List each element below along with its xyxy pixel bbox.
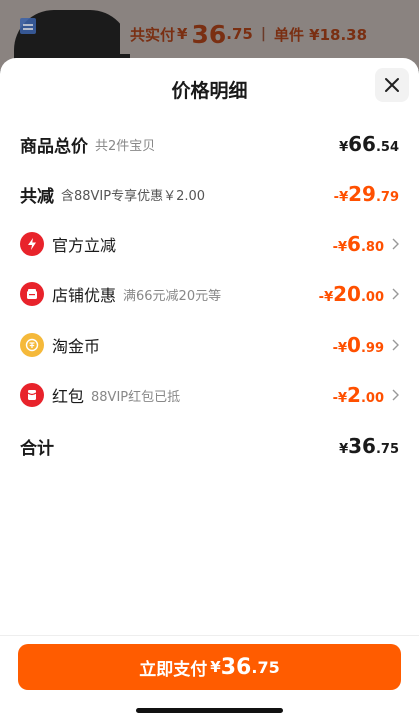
amount-dec: .00	[360, 391, 384, 406]
amount-int: 36	[348, 434, 376, 458]
amount-int: 66	[348, 132, 376, 156]
divider: |	[260, 26, 266, 42]
red-envelope-icon	[20, 383, 44, 407]
amount-int: 20	[333, 282, 361, 306]
official-discount-label: 官方立减	[52, 236, 117, 255]
total-label: 共实付	[130, 25, 176, 44]
amount-symbol: -¥	[332, 341, 348, 356]
total-currency: ¥	[177, 25, 188, 43]
goods-count-note: 共2件宝贝	[95, 138, 156, 154]
vip-discount-note: 含88VIP专享优惠￥2.00	[61, 188, 206, 204]
chevron-right-icon	[392, 339, 399, 351]
pay-amount-dec: .75	[251, 657, 280, 677]
goods-total-amount: ¥66.54	[339, 132, 399, 156]
official-discount-amount: -¥ 6.80	[333, 232, 384, 256]
hongbao-amount: -¥ 2.00	[333, 383, 384, 407]
amount-symbol: -¥	[332, 391, 348, 406]
store-discount-note: 满66元减20元等	[123, 288, 222, 304]
hongbao-label: 红包	[52, 387, 85, 406]
hongbao-row[interactable]: 红包 88VIP红包已抵 -¥ 2.00	[20, 380, 399, 410]
total-reduction-label: 共减	[20, 186, 54, 207]
official-discount-row[interactable]: 官方立减 -¥ 6.80	[20, 229, 399, 259]
store-discount-row[interactable]: 店铺优惠 满66元减20元等 -¥ 20.00	[20, 279, 399, 309]
goods-total-row: 商品总价 共2件宝贝 ¥66.54	[20, 129, 399, 159]
amount-symbol: -¥	[333, 190, 349, 205]
chevron-right-icon	[392, 389, 399, 401]
total-reduction-amount: -¥ 29.79	[334, 182, 399, 206]
bottom-pay-bar: 立即支付 ¥ 36 .75	[0, 635, 419, 720]
pay-amount-int: 36	[220, 654, 252, 680]
taojinbi-amount: -¥ 0.99	[333, 333, 384, 357]
sum-label: 合计	[20, 438, 54, 459]
sum-row: 合计 ¥36.75	[20, 431, 399, 461]
hongbao-note: 88VIP红包已抵	[91, 389, 181, 405]
store-discount-label: 店铺优惠	[52, 286, 117, 305]
goods-total-label: 商品总价	[20, 136, 88, 157]
coin-icon	[20, 333, 44, 357]
amount-int: 0	[347, 333, 361, 357]
amount-symbol: -¥	[332, 240, 348, 255]
amount-dec: .79	[375, 190, 399, 205]
amount-dec: .00	[360, 290, 384, 305]
chevron-right-icon	[392, 238, 399, 250]
amount-dec: .99	[360, 341, 384, 356]
sheet-title: 价格明细	[171, 80, 248, 102]
shop-icon	[20, 282, 44, 306]
price-detail-sheet: 价格明细 商品总价 共2件宝贝 ¥66.54 共减 含88VIP专享优惠￥2.0…	[0, 58, 419, 720]
total-int: 36	[191, 19, 227, 49]
total-reduction-row: 共减 含88VIP专享优惠￥2.00 -¥ 29.79	[20, 179, 399, 209]
pay-now-button[interactable]: 立即支付 ¥ 36 .75	[18, 644, 401, 690]
home-indicator	[136, 708, 283, 713]
amount-dec: .80	[360, 240, 384, 255]
amount-dec: .75	[375, 442, 399, 457]
amount-int: 2	[347, 383, 361, 407]
amount-symbol: ¥	[339, 442, 349, 457]
amount-symbol: -¥	[318, 290, 334, 305]
taojinbi-label: 淘金币	[52, 337, 101, 356]
pay-currency: ¥	[210, 658, 221, 676]
amount-int: 29	[348, 182, 376, 206]
lightning-icon	[20, 232, 44, 256]
close-button[interactable]	[375, 68, 409, 102]
chevron-right-icon	[392, 288, 399, 300]
taojinbi-row[interactable]: 淘金币 -¥ 0.99	[20, 330, 399, 360]
background-total-bar: 共实付 ¥ 36 .75 | 单件 ¥18.38	[120, 14, 419, 54]
amount-symbol: ¥	[339, 140, 349, 155]
sum-amount: ¥36.75	[339, 434, 399, 458]
total-dec: .75	[226, 25, 253, 43]
close-icon	[385, 78, 399, 92]
unit-price: 单件 ¥18.38	[273, 25, 368, 44]
store-discount-amount: -¥ 20.00	[319, 282, 384, 306]
pay-now-label: 立即支付	[139, 659, 208, 680]
tag-icon	[20, 18, 36, 34]
amount-int: 6	[347, 232, 361, 256]
amount-dec: .54	[375, 140, 399, 155]
